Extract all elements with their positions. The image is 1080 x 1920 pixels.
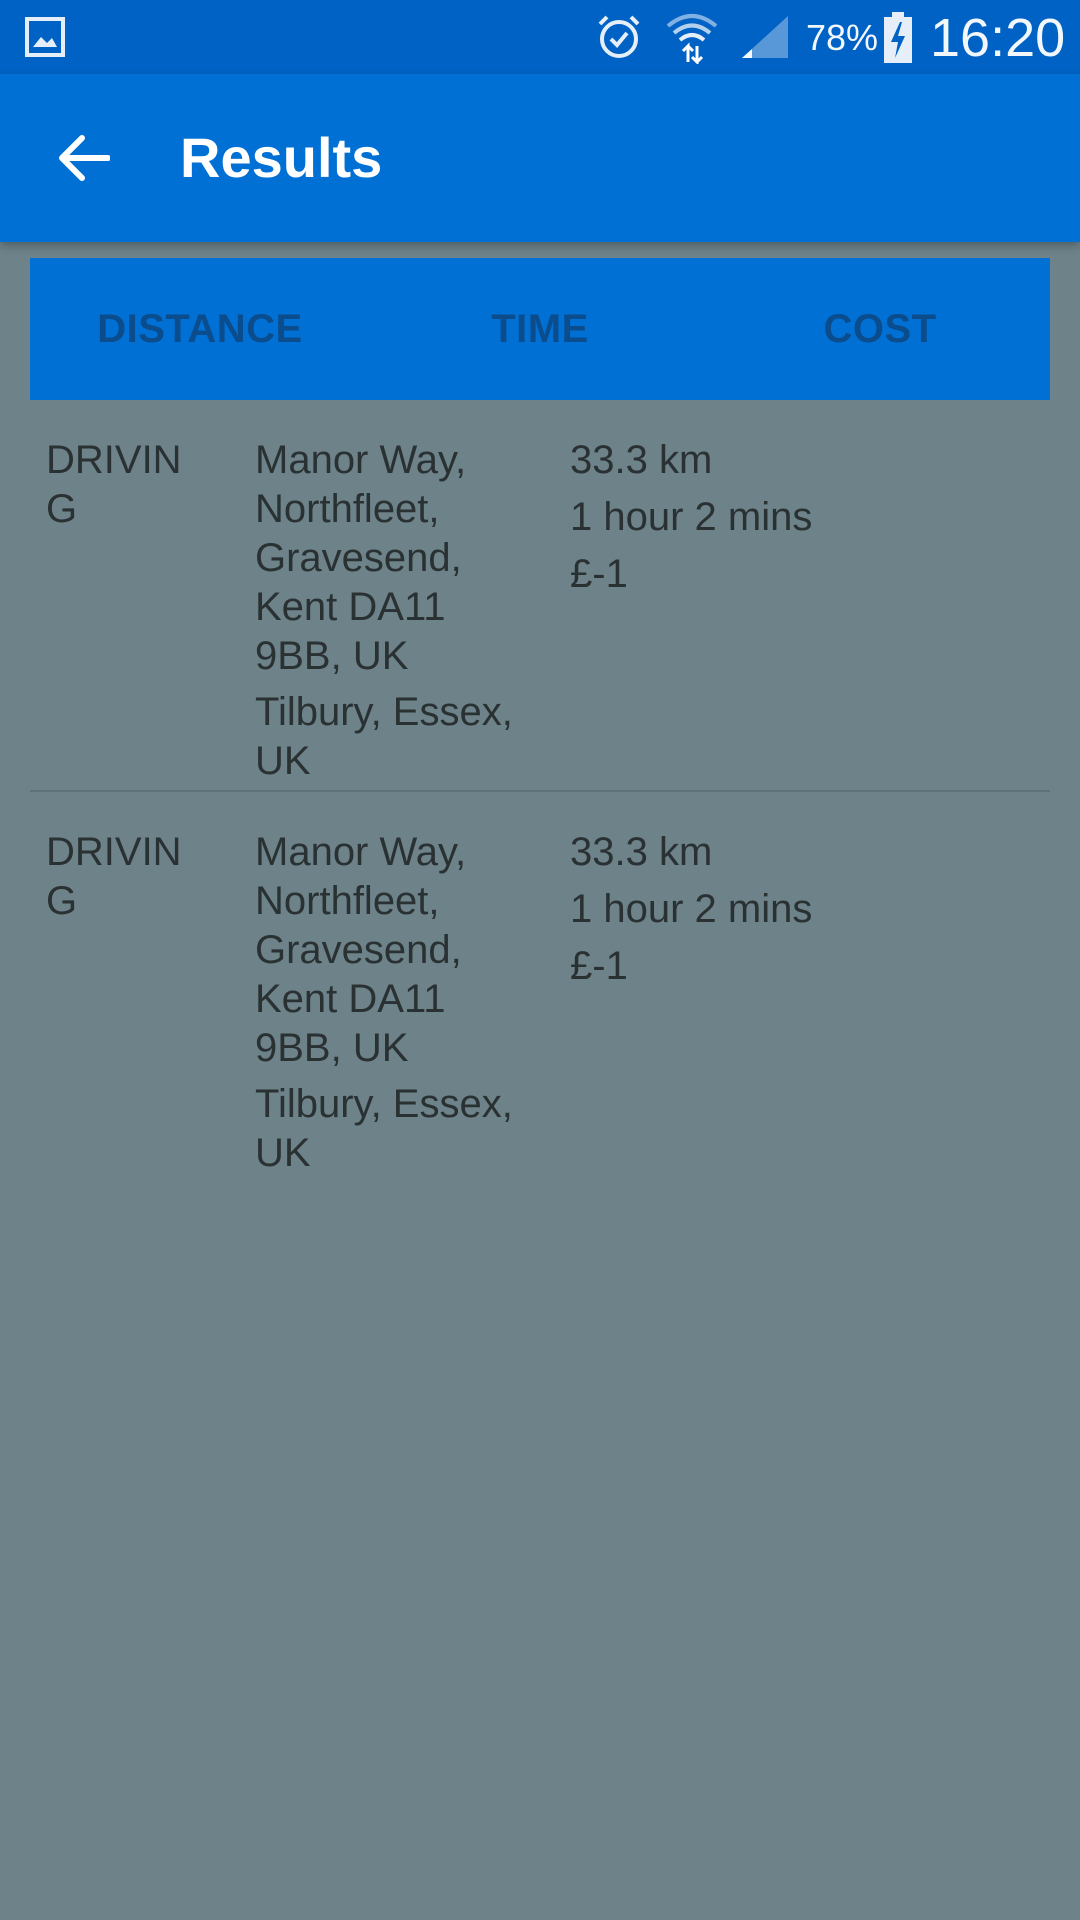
route-duration: 1 hour 2 mins <box>570 495 813 539</box>
route-distance: 33.3 km <box>570 830 713 874</box>
clock: 16:20 <box>930 8 1066 68</box>
destination-address: Tilbury, Essex, UK <box>255 1082 513 1175</box>
result-row[interactable]: DRIVING Manor Way, Northfleet, Gravesend… <box>30 792 1050 1182</box>
travel-mode: DRIVING <box>46 438 182 531</box>
back-arrow-icon <box>59 135 110 181</box>
tab-cost[interactable]: COST <box>710 258 1050 400</box>
battery-percent: 78% <box>806 17 879 58</box>
result-row[interactable]: DRIVING Manor Way, Northfleet, Gravesend… <box>30 400 1050 792</box>
route-duration: 1 hour 2 mins <box>570 887 813 931</box>
travel-mode: DRIVING <box>46 830 182 923</box>
route-stats: 33.3 km 1 hour 2 mins £-1 <box>570 828 1030 999</box>
battery-charging-icon <box>884 12 912 63</box>
sort-tab-bar: DISTANCE TIME COST <box>30 258 1050 400</box>
app-bar: Results <box>0 74 1080 242</box>
route-distance: 33.3 km <box>570 438 713 482</box>
route-cost: £-1 <box>570 552 628 596</box>
wifi-icon <box>666 14 718 64</box>
alarm-icon <box>598 15 640 58</box>
origin-address: Manor Way, Northfleet, Gravesend, Kent D… <box>255 830 467 1070</box>
destination-address: Tilbury, Essex, UK <box>255 690 513 783</box>
page-title: Results <box>180 126 383 189</box>
tab-distance[interactable]: DISTANCE <box>30 258 370 400</box>
route-stats: 33.3 km 1 hour 2 mins £-1 <box>570 436 1030 607</box>
gallery-icon <box>25 17 65 57</box>
route-addresses: Manor Way, Northfleet, Gravesend, Kent D… <box>255 828 515 1185</box>
route-addresses: Manor Way, Northfleet, Gravesend, Kent D… <box>255 436 515 793</box>
tab-time[interactable]: TIME <box>370 258 710 400</box>
results-list: DRIVING Manor Way, Northfleet, Gravesend… <box>30 400 1050 1182</box>
signal-icon <box>742 16 788 58</box>
route-cost: £-1 <box>570 944 628 988</box>
status-bar: 78% 16:20 <box>0 0 1080 74</box>
origin-address: Manor Way, Northfleet, Gravesend, Kent D… <box>255 438 467 678</box>
back-button[interactable] <box>40 114 128 202</box>
